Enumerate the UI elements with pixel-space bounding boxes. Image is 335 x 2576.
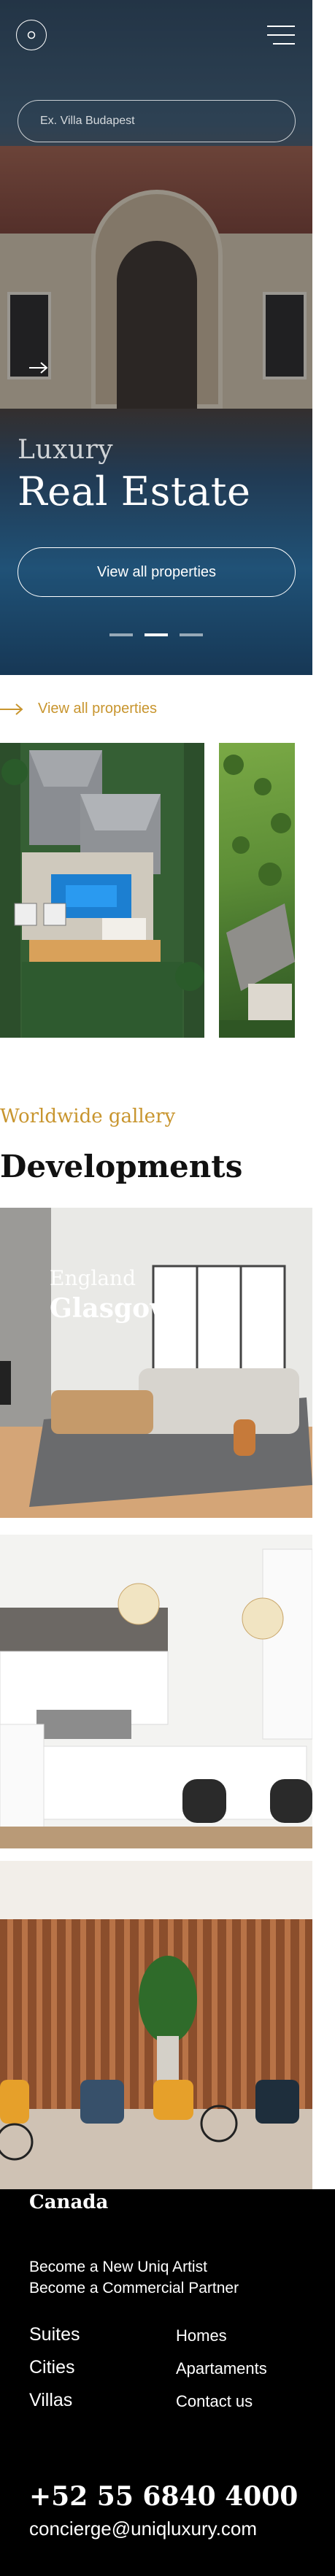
- become-partner-link[interactable]: Become a Commercial Partner: [29, 2280, 239, 2297]
- become-artist-link[interactable]: Become a New Uniq Artist: [29, 2259, 207, 2276]
- carousel-dot[interactable]: [180, 633, 203, 636]
- gallery-city: Glasgow: [50, 1293, 173, 1324]
- section-subtitle: Worldwide gallery: [0, 1106, 176, 1127]
- carousel-dot[interactable]: [109, 633, 133, 636]
- footer-link-suites[interactable]: Suites: [29, 2324, 80, 2345]
- property-aerial-image: [219, 755, 295, 1038]
- search-input[interactable]: [18, 100, 296, 142]
- footer-link-homes[interactable]: Homes: [176, 2326, 227, 2345]
- carousel-indicators: [109, 633, 203, 636]
- hamburger-menu-icon[interactable]: [267, 24, 295, 46]
- living-room-image: [0, 1208, 312, 1518]
- hero-section: Luxury Real Estate View all properties: [0, 0, 312, 675]
- footer-link-villas[interactable]: Villas: [29, 2390, 72, 2411]
- footer-link-cities[interactable]: Cities: [29, 2357, 75, 2378]
- view-all-label: View all properties: [38, 701, 158, 717]
- gallery-country: England: [50, 1266, 136, 1290]
- section-title: Developments: [0, 1149, 243, 1184]
- gallery-item[interactable]: [0, 1861, 312, 2189]
- arrow-right-icon: [0, 703, 23, 715]
- footer-phone[interactable]: +52 55 6840 4000: [29, 2481, 298, 2512]
- kitchen-image: [0, 1535, 312, 1848]
- view-all-properties-link[interactable]: View all properties: [0, 701, 157, 717]
- carousel-dot-active[interactable]: [145, 633, 168, 636]
- gallery-item[interactable]: [0, 1208, 312, 1518]
- hero-subtitle: Luxury: [18, 435, 114, 465]
- property-card[interactable]: [219, 743, 295, 1038]
- property-card[interactable]: [0, 743, 204, 1038]
- property-aerial-image: [0, 743, 204, 1038]
- view-all-properties-button[interactable]: View all properties: [18, 547, 296, 597]
- footer: Canada Become a New Uniq Artist Become a…: [0, 2189, 335, 2576]
- footer-email[interactable]: concierge@uniqluxury.com: [29, 2518, 257, 2540]
- footer-link-contact[interactable]: Contact us: [176, 2392, 253, 2411]
- footer-link-apartaments[interactable]: Apartaments: [176, 2359, 267, 2378]
- footer-country: Canada: [29, 2191, 109, 2213]
- arrow-right-icon[interactable]: [28, 360, 50, 375]
- gallery-item[interactable]: [0, 1535, 312, 1848]
- page: Luxury Real Estate View all properties V…: [0, 0, 335, 2576]
- lounge-image: [0, 1861, 312, 2189]
- hero-title: Real Estate: [18, 468, 251, 514]
- circle-icon[interactable]: [16, 20, 47, 50]
